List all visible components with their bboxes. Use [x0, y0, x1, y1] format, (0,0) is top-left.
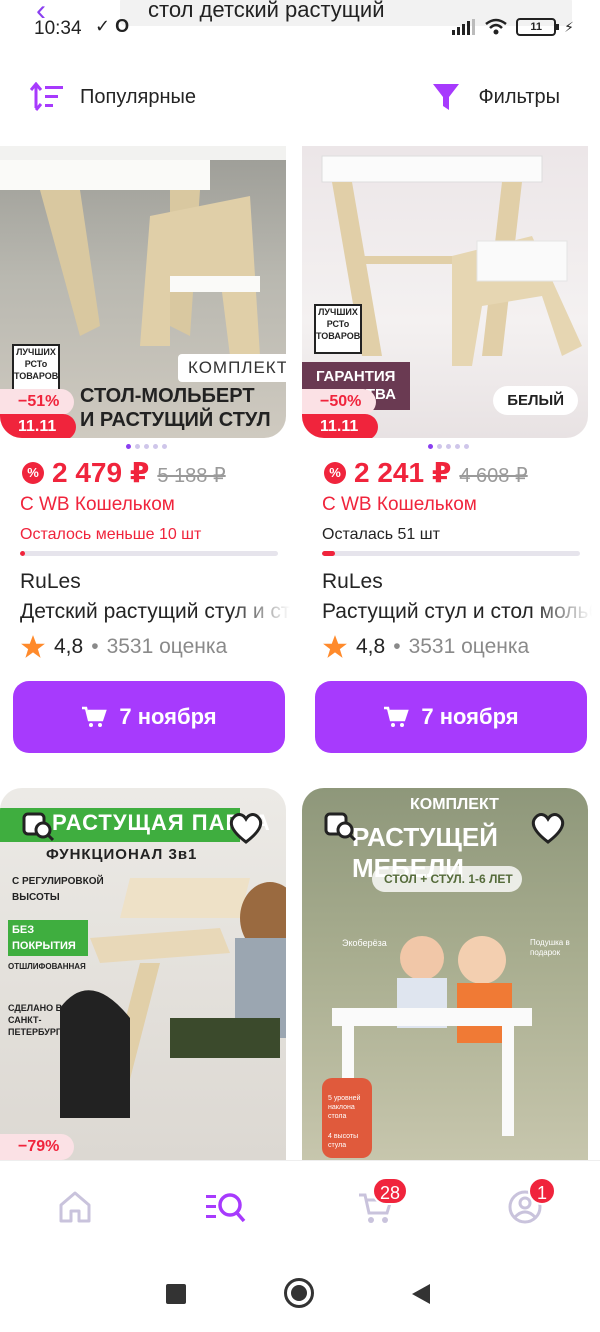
star-icon [323, 635, 347, 658]
find-similar-icon[interactable] [324, 810, 358, 844]
home-icon[interactable] [55, 1187, 95, 1227]
filter-button[interactable]: Фильтры [432, 82, 560, 112]
product-image[interactable]: КОМПЛЕКТ РАСТУЩЕЙ МЕБЕЛИ СТОЛ + СТУЛ. 1-… [302, 788, 588, 1160]
product-image[interactable]: РАСТУЩАЯ ПАРТА ФУНКЦИОНАЛ 3в1 С РЕГУЛИРО… [0, 788, 286, 1160]
rating-value: 4,8 [356, 635, 386, 658]
rating-separator: • [393, 635, 401, 658]
product-title: Растущий стул и стол мольберт [322, 600, 592, 623]
system-navigation-bar [0, 1252, 600, 1332]
status-right-icons: 11 ⚡ [452, 18, 574, 36]
review-count: 3531 оценка [106, 635, 228, 658]
product-card[interactable]: КОМПЛЕКТ РАСТУЩЕЙ МЕБЕЛИ СТОЛ + СТУЛ. 1-… [302, 788, 588, 1160]
add-to-cart-button[interactable]: 7 ноября [13, 681, 285, 753]
product-card[interactable]: ЛУЧШИХ РСТо ТОВАРОВ КОМПЛЕКТ СТОЛ-МОЛЬБЕ… [0, 146, 290, 753]
image-pagination [428, 444, 469, 449]
wallet-note: С WB Кошельком [322, 494, 477, 515]
product-card[interactable]: РАСТУЩАЯ ПАРТА ФУНКЦИОНАЛ 3в1 С РЕГУЛИРО… [0, 788, 286, 1160]
favorite-heart-icon[interactable] [228, 812, 264, 844]
status-time: 10:34 [34, 18, 82, 39]
product-title: Детский растущий стул и стол [20, 600, 290, 623]
discount-badge: −79% [0, 1134, 74, 1160]
image-note: Подушка в подарок [530, 938, 570, 957]
product-card[interactable]: ЛУЧШИХ РСТо ТОВАРОВ ГАРАНТИЯ КАЧЕСТВА БЕ… [302, 146, 592, 753]
home-button-icon[interactable] [284, 1278, 314, 1308]
signal-icon [452, 19, 476, 35]
price-row: % 2 479 ₽ 5 188 ₽ [22, 456, 226, 489]
rating-value: 4,8 [54, 635, 84, 658]
old-price: 4 608 ₽ [459, 465, 528, 487]
quality-seal: ЛУЧШИХ РСТо ТОВАРОВ [314, 304, 362, 354]
image-note: СДЕЛАНО В САНКТ-ПЕТЕРБУРГЕ [8, 1003, 67, 1037]
battery-icon: 11 [516, 18, 560, 36]
stock-bar [322, 551, 580, 556]
catalog-search-icon[interactable] [204, 1187, 248, 1227]
discount-icon: % [22, 461, 44, 484]
image-note: Экоберёза [342, 938, 387, 948]
recent-apps-icon[interactable] [166, 1284, 186, 1304]
profile-notification-badge: 1 [528, 1177, 556, 1205]
back-button-icon[interactable] [410, 1282, 432, 1306]
sort-button[interactable]: Популярные [30, 82, 196, 112]
screen: стол детский растущий ‹ 10:34 ✓ O 11 ⚡ П… [0, 0, 600, 1332]
review-count: 3531 оценка [408, 635, 530, 658]
image-tag: БЕЛЫЙ [493, 386, 578, 415]
image-pagination [126, 444, 167, 449]
image-caption-line2: И РАСТУЩИЙ СТУЛ [80, 409, 271, 431]
favorite-heart-icon[interactable] [530, 812, 566, 844]
sort-label: Популярные [80, 85, 197, 108]
discount-badge: −50% [302, 389, 376, 415]
wallet-note: С WB Кошельком [20, 494, 175, 515]
sale-badge: 11.11 [0, 414, 76, 438]
rating: 4,8 • 3531 оценка [322, 634, 529, 660]
rating: 4,8 • 3531 оценка [20, 634, 227, 660]
old-price: 5 188 ₽ [157, 465, 226, 487]
wifi-icon [485, 18, 507, 35]
brand: RuLes [322, 570, 383, 593]
image-tag: КОМПЛЕКТ [178, 354, 286, 382]
image-title-top: КОМПЛЕКТ [410, 796, 499, 813]
quality-seal: ЛУЧШИХ РСТо ТОВАРОВ [12, 344, 60, 394]
image-subtitle: СТОЛ + СТУЛ. 1-6 ЛЕТ [384, 872, 513, 886]
discount-badge: −51% [0, 389, 74, 415]
delivery-date: 7 ноября [119, 704, 217, 729]
price: 2 479 ₽ [52, 457, 150, 488]
rating-separator: • [91, 635, 99, 658]
price-row: % 2 241 ₽ 4 608 ₽ [324, 456, 528, 489]
cart-icon [384, 706, 410, 727]
price: 2 241 ₽ [354, 457, 452, 488]
discount-icon: % [324, 461, 346, 484]
stock-note: Осталась 51 шт [322, 526, 440, 543]
image-note: 4 высоты стула [328, 1133, 359, 1149]
delivery-date: 7 ноября [421, 704, 519, 729]
find-similar-icon[interactable] [22, 810, 56, 844]
sort-icon [30, 82, 63, 111]
product-image[interactable]: ЛУЧШИХ РСТо ТОВАРОВ КОМПЛЕКТ СТОЛ-МОЛЬБЕ… [0, 146, 286, 438]
product-image[interactable]: ЛУЧШИХ РСТо ТОВАРОВ ГАРАНТИЯ КАЧЕСТВА БЕ… [302, 146, 588, 438]
stock-note: Осталось меньше 10 шт [20, 526, 202, 543]
image-caption: СТОЛ-МОЛЬБЕРТ И РАСТУЩИЙ СТУЛ [80, 384, 271, 432]
charging-icon: ⚡ [564, 18, 574, 35]
image-note: БЕЗ ПОКРЫТИЯ [8, 920, 88, 956]
status-notification-icons: ✓ O [95, 16, 130, 36]
image-caption-line1: СТОЛ-МОЛЬБЕРТ [80, 385, 255, 407]
filter-icon [433, 84, 460, 110]
sort-filter-bar: Популярные Фильтры [0, 70, 600, 130]
filter-label: Фильтры [478, 85, 560, 108]
star-icon [21, 635, 45, 658]
image-caption-line1: ГАРАНТИЯ [316, 368, 396, 385]
cart-icon [82, 706, 108, 727]
sale-badge: 11.11 [302, 414, 378, 438]
brand: RuLes [20, 570, 81, 593]
cart-count-badge: 28 [372, 1177, 409, 1205]
bottom-navigation: 28 1 [0, 1160, 600, 1252]
image-subtitle: ФУНКЦИОНАЛ 3в1 [46, 846, 198, 863]
image-note: ОТШЛИФОВАННАЯ [8, 962, 86, 971]
add-to-cart-button[interactable]: 7 ноября [315, 681, 587, 753]
image-note: 5 уровней наклона стола [328, 1095, 361, 1120]
image-note: С РЕГУЛИРОВКОЙ ВЫСОТЫ [12, 876, 104, 903]
status-bar: стол детский растущий ‹ 10:34 ✓ O 11 ⚡ [0, 0, 600, 56]
stock-bar [20, 551, 278, 556]
